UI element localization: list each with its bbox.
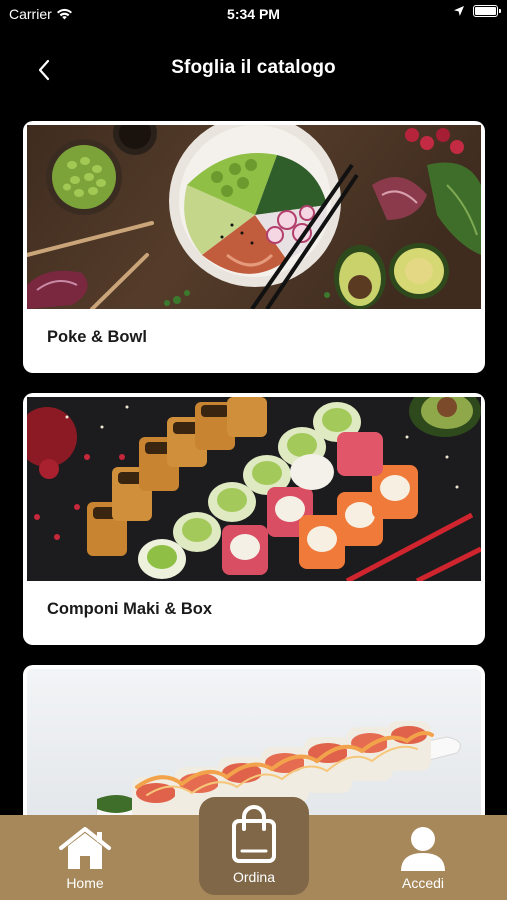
- catalog-item-sushi-roll[interactable]: [23, 665, 485, 815]
- home-icon: [57, 825, 113, 873]
- catalog-item-poke-bowl[interactable]: Poke & Bowl: [23, 121, 485, 373]
- tab-accedi-label: Accedi: [401, 875, 445, 891]
- shopping-bag-icon: [230, 805, 278, 865]
- sushi-roll-plate-image: [27, 669, 481, 815]
- page-title: Sfoglia il catalogo: [171, 57, 336, 78]
- tab-accedi[interactable]: Accedi: [383, 815, 463, 900]
- catalog-item-image: [27, 125, 481, 309]
- catalog-item-maki-box[interactable]: Componi Maki & Box: [23, 393, 485, 645]
- catalog-item-label: Poke & Bowl: [47, 328, 147, 346]
- maki-rolls-image: [27, 397, 481, 581]
- tab-bar: Home Ordina Accedi: [0, 797, 507, 900]
- tab-home[interactable]: Home: [45, 815, 125, 900]
- user-icon: [400, 825, 446, 873]
- poke-bowl-image: [27, 125, 481, 309]
- catalog-item-label: Componi Maki & Box: [47, 600, 213, 618]
- status-bar: Carrier 5:34 PM: [0, 0, 507, 28]
- catalog-list[interactable]: Poke & Bowl Componi Maki & Box: [0, 120, 507, 815]
- tab-ordina[interactable]: Ordina: [199, 797, 309, 895]
- status-right-group: [453, 5, 501, 17]
- status-time: 5:34 PM: [227, 6, 280, 22]
- screen: Carrier 5:34 PM Sfoglia il catalogo Poke…: [0, 0, 507, 900]
- battery-icon: [473, 5, 501, 17]
- catalog-item-image: [27, 669, 481, 815]
- location-arrow-icon: [454, 6, 464, 16]
- nav-bar: Sfoglia il catalogo: [0, 44, 507, 94]
- tab-ordina-label: Ordina: [232, 869, 276, 885]
- tab-home-label: Home: [66, 875, 104, 891]
- battery-level: [475, 7, 496, 15]
- catalog-item-image: [27, 397, 481, 581]
